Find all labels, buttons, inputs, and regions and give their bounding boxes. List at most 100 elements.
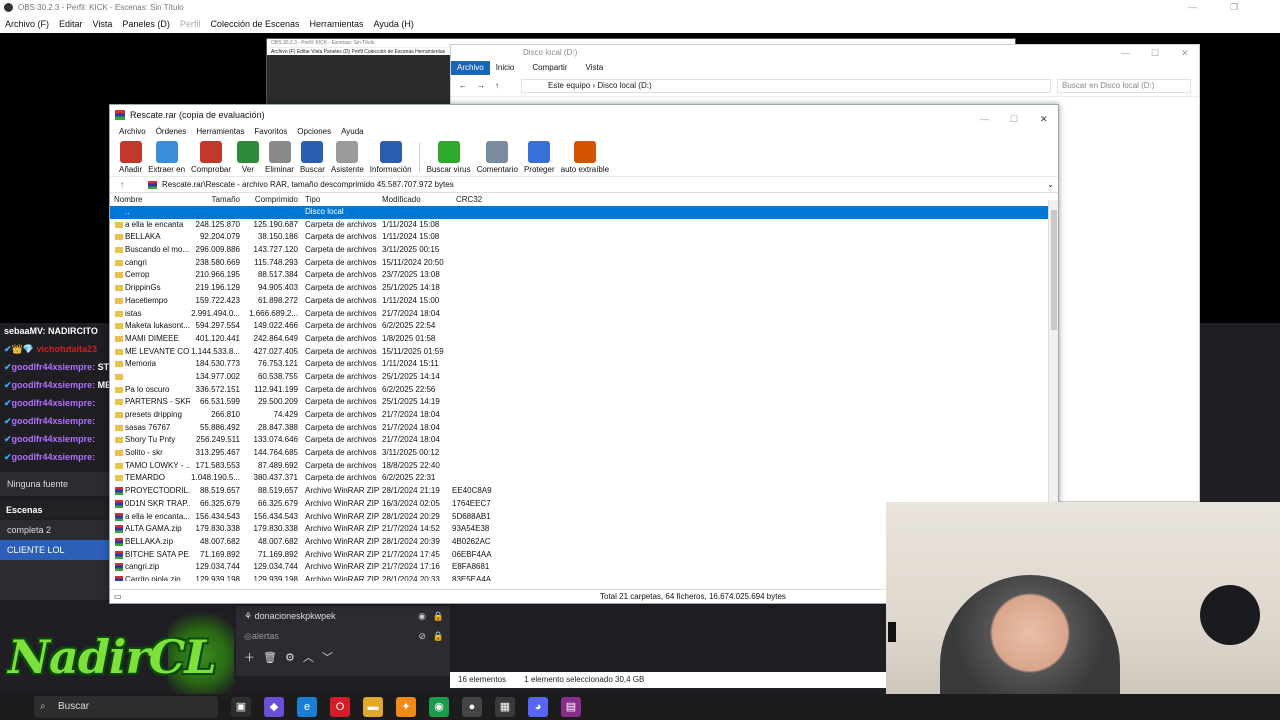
- toolbar-button-1[interactable]: Extraer en: [145, 139, 188, 176]
- maximize-icon[interactable]: ❐: [1230, 0, 1238, 15]
- column-tamano[interactable]: Tamaño: [190, 193, 242, 206]
- scene-item[interactable]: completa 2: [0, 520, 112, 540]
- table-row[interactable]: istas 2.991.494.0... 1.666.689.2... Carpeta…: [110, 308, 1058, 321]
- obs-menu-ayuda[interactable]: Ayuda (H): [369, 15, 419, 33]
- table-row[interactable]: ME LEVANTE CO... 1.144.533.8... 427.027.40…: [110, 346, 1058, 359]
- winrar-path-bar[interactable]: ↑ Rescate.rar\Rescate - archivo RAR, tam…: [110, 177, 1058, 193]
- table-row[interactable]: .. Disco local: [110, 206, 1058, 219]
- table-row[interactable]: Buscando el mo... 296.009.886 143.727.120 C…: [110, 244, 1058, 257]
- close-icon[interactable]: ✕: [1181, 45, 1189, 61]
- discord-icon[interactable]: ◕: [528, 697, 548, 717]
- move-up-icon[interactable]: ︿: [303, 649, 314, 665]
- table-row[interactable]: TAMO LOWKY - ... 171.583.553 87.489.692 Car…: [110, 460, 1058, 473]
- column-nombre[interactable]: Nombre: [114, 193, 190, 206]
- table-row[interactable]: PROYECTODRIL... 88.519.657 88.519.657 Archi…: [110, 485, 1058, 498]
- menu-ordenes[interactable]: Órdenes: [151, 125, 192, 139]
- lock-icon[interactable]: 🔒: [433, 626, 444, 646]
- column-tipo[interactable]: Tipo: [302, 193, 382, 206]
- maximize-icon[interactable]: ☐: [1151, 45, 1159, 61]
- breadcrumb-este-equipo[interactable]: Este equipo: [548, 81, 590, 90]
- minimize-icon[interactable]: —: [1121, 45, 1130, 61]
- table-row[interactable]: DrippinGs 219.196.129 94.905.403 Carpeta de…: [110, 282, 1058, 295]
- obs-menu-herramientas[interactable]: Herramientas: [305, 15, 369, 33]
- minimize-icon[interactable]: —: [1188, 0, 1197, 15]
- column-crc32[interactable]: CRC32: [452, 193, 498, 206]
- chevron-down-icon[interactable]: ⌄: [1047, 177, 1054, 193]
- table-row[interactable]: presets dripping 266.810 74.429 Carpeta de …: [110, 409, 1058, 422]
- eye-hidden-icon[interactable]: ⊘: [418, 626, 426, 646]
- winrar-icon[interactable]: ▤: [561, 697, 581, 717]
- toolbar-button-3[interactable]: Ver: [234, 139, 262, 176]
- explorer-address-bar[interactable]: Este equipo › Disco local (D:): [521, 79, 1051, 93]
- menu-opciones[interactable]: Opciones: [292, 125, 336, 139]
- fl-studio-icon[interactable]: ✦: [396, 697, 416, 717]
- up-icon[interactable]: ↑: [495, 81, 499, 90]
- obs-menu-archivo[interactable]: Archivo (F): [0, 15, 54, 33]
- obs-menu-vista[interactable]: Vista: [88, 15, 118, 33]
- scrollbar-thumb[interactable]: [1051, 210, 1057, 330]
- trash-icon[interactable]: 🗑: [263, 651, 277, 664]
- obs-menu-paneles[interactable]: Paneles (D): [117, 15, 175, 33]
- table-row[interactable]: cangri 238.580.669 115.748.293 Carpeta de a…: [110, 257, 1058, 270]
- toolbar-button-7[interactable]: Información: [367, 139, 415, 176]
- lock-icon[interactable]: 🔒: [433, 606, 444, 626]
- obs-menu-editar[interactable]: Editar: [54, 15, 88, 33]
- eye-icon[interactable]: ◉: [418, 606, 426, 626]
- toolbar-button-8[interactable]: Buscar virus: [424, 139, 474, 176]
- gear-icon[interactable]: ⚙: [285, 651, 295, 664]
- table-row[interactable]: 134.977.002 60.538.755 Carpeta de archivos…: [110, 371, 1058, 384]
- forward-icon[interactable]: →: [477, 81, 485, 90]
- task-view-icon[interactable]: ▣: [231, 697, 251, 717]
- back-icon[interactable]: ←: [459, 81, 467, 90]
- source-item[interactable]: ⚘ donacioneskpkwpek ◉ 🔒: [236, 606, 450, 626]
- table-row[interactable]: Solito - skr 313.295.467 144.764.685 Carpet…: [110, 447, 1058, 460]
- table-row[interactable]: BELLAKA 92.204.079 38.150.186 Carpeta de ar…: [110, 231, 1058, 244]
- breadcrumb-disco-local[interactable]: Disco local (D:): [597, 81, 651, 90]
- up-folder-icon[interactable]: ↑: [120, 177, 124, 193]
- toolbar-button-0[interactable]: Añadir: [116, 139, 145, 176]
- app-green-icon[interactable]: ◉: [429, 697, 449, 717]
- table-row[interactable]: sasas 76767 55.886.492 28.847.388 Carpeta d…: [110, 422, 1058, 435]
- minimize-icon[interactable]: —: [980, 109, 989, 129]
- table-row[interactable]: Memoria 184.530.773 76.753.121 Carpeta de a…: [110, 358, 1058, 371]
- table-row[interactable]: Shory Tu Pnty 256.249.511 133.074.646 Carpe…: [110, 434, 1058, 447]
- table-row[interactable]: Cerrop 210.966.195 88.517.384 Carpeta de ar…: [110, 269, 1058, 282]
- tab-vista[interactable]: Vista: [580, 61, 616, 75]
- table-row[interactable]: Hacetiempo 159.722.423 61.898.272 Carpeta d…: [110, 295, 1058, 308]
- opera-icon[interactable]: O: [330, 697, 350, 717]
- add-icon[interactable]: ＋: [244, 649, 255, 665]
- close-icon[interactable]: ✕: [1040, 109, 1048, 129]
- source-item[interactable]: ◎alertas ⊘ 🔒: [236, 626, 450, 646]
- explorer-search-input[interactable]: Buscar en Disco local (D:): [1057, 79, 1191, 93]
- toolbar-button-4[interactable]: Eliminar: [262, 139, 297, 176]
- move-down-icon[interactable]: ﹀: [322, 649, 333, 665]
- obs-menu-coleccion[interactable]: Colección de Escenas: [205, 15, 304, 33]
- toolbar-button-2[interactable]: Comprobar: [188, 139, 234, 176]
- table-row[interactable]: Maketa lukasont... 594.297.554 149.022.466…: [110, 320, 1058, 333]
- scene-item-selected[interactable]: CLIENTE LOL: [0, 540, 112, 560]
- menu-herramientas[interactable]: Herramientas: [191, 125, 249, 139]
- explorer-icon[interactable]: ▬: [363, 697, 383, 717]
- obs-menu-perfil[interactable]: Perfil: [175, 15, 206, 33]
- table-row[interactable]: PARTERNS - SKR... 66.531.599 29.500.209 Car…: [110, 396, 1058, 409]
- column-comprimido[interactable]: Comprimido: [242, 193, 302, 206]
- toolbar-button-5[interactable]: Buscar: [297, 139, 328, 176]
- tab-archivo[interactable]: Archivo: [451, 61, 490, 75]
- obs-icon[interactable]: ●: [462, 697, 482, 717]
- menu-favoritos[interactable]: Favoritos: [249, 125, 292, 139]
- column-modificado[interactable]: Modificado: [382, 193, 452, 206]
- menu-archivo[interactable]: Archivo: [114, 125, 151, 139]
- table-row[interactable]: Pa lo oscuro 336.572.151 112.941.199 Carpet…: [110, 384, 1058, 397]
- table-row[interactable]: MAMI DIMEEE 401.120.441 242.864.649 Carpeta…: [110, 333, 1058, 346]
- tab-compartir[interactable]: Compartir: [526, 61, 579, 75]
- copilot-icon[interactable]: ◆: [264, 697, 284, 717]
- toolbar-button-6[interactable]: Asistente: [328, 139, 367, 176]
- table-row[interactable]: TEMARDO 1.048.190.5... 380.437.371 Carpeta …: [110, 472, 1058, 485]
- toolbar-button-10[interactable]: Proteger: [521, 139, 558, 176]
- toolbar-button-11[interactable]: auto extraíble: [558, 139, 612, 176]
- menu-ayuda[interactable]: Ayuda: [336, 125, 369, 139]
- calculator-icon[interactable]: ▦: [495, 697, 515, 717]
- maximize-icon[interactable]: ☐: [1010, 109, 1018, 129]
- taskbar-search[interactable]: ⌕ Buscar: [34, 696, 218, 718]
- table-row[interactable]: a ella le encanta 248.125.870 125.190.687 C…: [110, 219, 1058, 232]
